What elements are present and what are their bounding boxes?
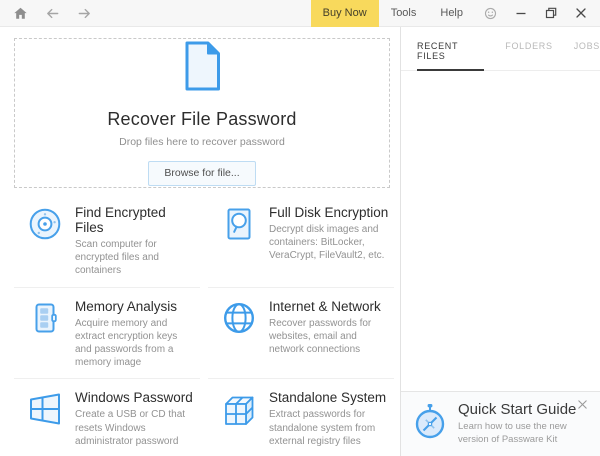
- stopwatch-icon: [412, 403, 448, 446]
- disc-scan-icon: [27, 206, 63, 242]
- tab-recent-files[interactable]: RECENT FILES: [417, 41, 484, 71]
- globe-icon: [221, 300, 257, 336]
- feature-full-disk-encryption[interactable]: Full Disk Encryption Decrypt disk images…: [208, 194, 394, 288]
- sidebar-tabs: RECENT FILES FOLDERS JOBS: [401, 27, 600, 71]
- feedback-smiley-icon[interactable]: [475, 0, 506, 27]
- feature-description: Extract passwords for standalone system …: [269, 408, 389, 448]
- disk-encryption-icon: [221, 206, 257, 242]
- buy-now-button[interactable]: Buy Now: [311, 0, 379, 27]
- passware-kit-window: Buy Now Tools Help Recover File Password…: [0, 0, 600, 456]
- home-icon[interactable]: [13, 6, 28, 21]
- feature-memory-analysis[interactable]: Memory Analysis Acquire memory and extra…: [14, 288, 200, 380]
- feature-description: Scan computer for encrypted files and co…: [75, 238, 195, 278]
- forward-arrow-icon[interactable]: [77, 6, 92, 21]
- tools-menu[interactable]: Tools: [379, 0, 429, 27]
- feature-find-encrypted-files[interactable]: Find Encrypted Files Scan computer for e…: [14, 194, 200, 288]
- windows-icon: [27, 391, 63, 427]
- memory-icon: [27, 300, 63, 336]
- feature-description: Create a USB or CD that resets Windows a…: [75, 408, 195, 448]
- tab-folders[interactable]: FOLDERS: [505, 41, 552, 70]
- quick-start-title: Quick Start Guide: [458, 401, 590, 418]
- tab-jobs[interactable]: JOBS: [574, 41, 600, 70]
- main-panel: Recover File Password Drop files here to…: [0, 27, 400, 456]
- feature-title: Full Disk Encryption: [269, 205, 389, 220]
- feature-title: Internet & Network: [269, 299, 389, 314]
- quick-start-description: Learn how to use the new version of Pass…: [458, 421, 590, 446]
- restore-icon[interactable]: [536, 0, 566, 27]
- file-drop-zone[interactable]: Recover File Password Drop files here to…: [14, 38, 390, 188]
- close-icon[interactable]: [566, 0, 600, 27]
- feature-title: Standalone System: [269, 390, 389, 405]
- toolbar: Buy Now Tools Help: [0, 0, 600, 27]
- dropzone-title: Recover File Password: [107, 109, 296, 130]
- dropzone-subtitle: Drop files here to recover password: [119, 136, 285, 148]
- quick-start-close-icon[interactable]: [575, 397, 590, 412]
- minimize-icon[interactable]: [506, 0, 536, 27]
- feature-title: Windows Password: [75, 390, 195, 405]
- sidebar: RECENT FILES FOLDERS JOBS Quick Start Gu…: [400, 27, 600, 456]
- file-icon: [182, 41, 222, 96]
- feature-description: Decrypt disk images and containers: BitL…: [269, 223, 389, 263]
- feature-internet-network[interactable]: Internet & Network Recover passwords for…: [208, 288, 394, 380]
- feature-description: Acquire memory and extract encryption ke…: [75, 317, 195, 370]
- feature-standalone-system[interactable]: Standalone System Extract passwords for …: [208, 379, 394, 456]
- quick-start-guide-panel[interactable]: Quick Start Guide Learn how to use the n…: [401, 391, 600, 456]
- feature-grid: Find Encrypted Files Scan computer for e…: [14, 194, 394, 456]
- feature-description: Recover passwords for websites, email an…: [269, 317, 389, 357]
- help-menu[interactable]: Help: [428, 0, 475, 27]
- cubes-icon: [221, 391, 257, 427]
- back-arrow-icon[interactable]: [45, 6, 60, 21]
- feature-title: Find Encrypted Files: [75, 205, 198, 235]
- feature-windows-password[interactable]: Windows Password Create a USB or CD that…: [14, 379, 200, 456]
- browse-for-file-button[interactable]: Browse for file...: [148, 161, 255, 186]
- feature-title: Memory Analysis: [75, 299, 195, 314]
